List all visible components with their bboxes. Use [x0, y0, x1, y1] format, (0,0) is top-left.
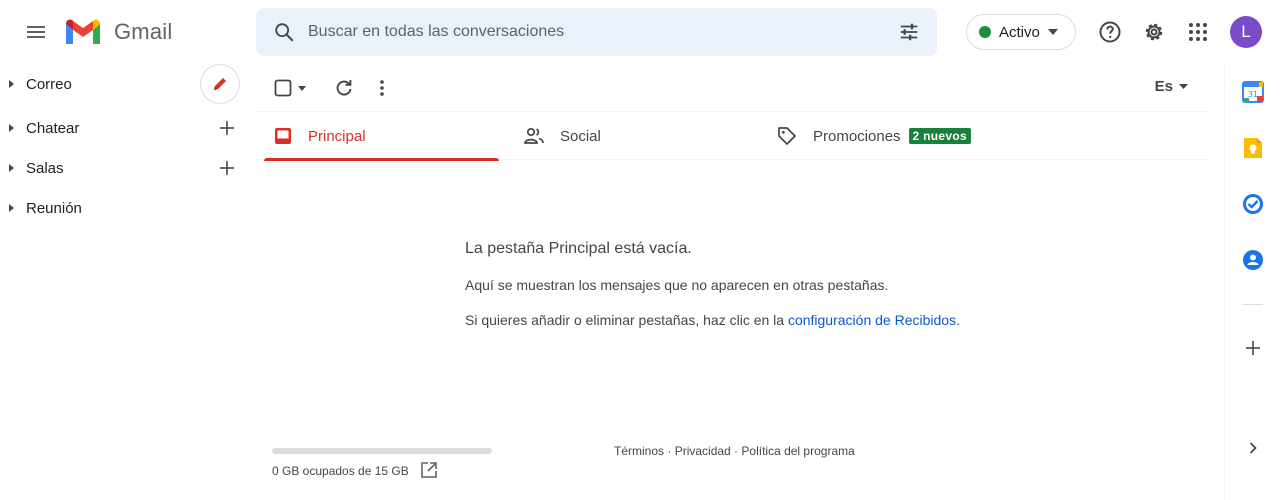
tab-promociones[interactable]: Promociones 2 nuevos	[777, 112, 1077, 160]
new-chat-button[interactable]	[212, 113, 242, 143]
gmail-m-icon	[66, 19, 100, 44]
help-button[interactable]	[1090, 12, 1130, 52]
nav-item-label: Salas	[26, 159, 64, 177]
search-options-button[interactable]	[885, 8, 933, 56]
refresh-icon	[336, 80, 352, 96]
search-icon	[275, 23, 294, 42]
empty-state-hint: Si quieres añadir o eliminar pestañas, h…	[465, 312, 960, 328]
contacts-button[interactable]	[1239, 246, 1267, 274]
tab-label: Principal	[308, 127, 366, 145]
calendar-icon: 31	[1242, 81, 1264, 103]
checkbox-icon	[274, 79, 292, 97]
filter-options-icon	[900, 23, 918, 41]
inbox-settings-link[interactable]: configuración de Recibidos	[788, 312, 956, 328]
select-all-checkbox[interactable]	[268, 68, 312, 108]
help-icon	[1099, 21, 1121, 43]
header: Gmail Buscar en todas las conversaciones…	[0, 0, 1280, 64]
gmail-logo[interactable]: Gmail	[64, 14, 172, 50]
expand-arrow-icon	[9, 164, 14, 172]
contacts-icon	[1243, 250, 1263, 270]
active-tab-indicator	[264, 158, 499, 161]
inbox-icon	[275, 128, 291, 144]
nav-item-label: Reunión	[26, 199, 82, 217]
empty-state-title: La pestaña Principal está vacía.	[465, 240, 692, 257]
category-tabs: Principal Social Promociones 2 nuevos	[256, 112, 1208, 161]
refresh-button[interactable]	[324, 68, 364, 108]
pencil-icon	[214, 78, 226, 90]
storage-usage-bar	[272, 448, 492, 454]
chevron-down-icon	[1047, 29, 1058, 35]
status-selector[interactable]: Activo	[966, 14, 1076, 50]
nav-item-label: Chatear	[26, 119, 80, 137]
tab-label: Promociones	[813, 127, 901, 145]
calendar-day: 31	[1248, 90, 1258, 99]
tag-icon	[778, 127, 796, 145]
hint-text: Si quieres añadir o eliminar pestañas, h…	[465, 312, 788, 328]
calendar-button[interactable]: 31	[1239, 78, 1267, 106]
keep-icon	[1244, 138, 1262, 158]
tasks-icon	[1243, 194, 1263, 214]
chevron-right-icon	[1249, 442, 1257, 454]
tab-social[interactable]: Social	[524, 112, 764, 160]
search-bar	[256, 8, 937, 56]
expand-arrow-icon	[9, 204, 14, 212]
apps-icon	[1189, 23, 1207, 41]
tasks-button[interactable]	[1239, 190, 1267, 218]
menu-icon	[27, 26, 45, 38]
show-side-panel-button[interactable]	[1239, 434, 1267, 462]
main-menu-button[interactable]	[16, 12, 56, 52]
plus-icon	[220, 121, 234, 135]
mail-toolbar: Es	[256, 64, 1208, 112]
tab-label: Social	[560, 127, 601, 145]
add-icon	[1246, 341, 1260, 355]
nav-item-label: Correo	[26, 75, 72, 93]
program-policy-link[interactable]: Política del programa	[741, 444, 854, 458]
google-apps-button[interactable]	[1178, 12, 1218, 52]
app-name: Gmail	[114, 19, 173, 44]
input-language-selector[interactable]: Es	[1155, 78, 1188, 95]
more-options-button[interactable]	[366, 68, 398, 108]
gmail-app: Gmail Buscar en todas las conversaciones…	[0, 0, 1280, 500]
nav-item-reunion[interactable]: Reunión	[0, 188, 256, 228]
people-icon	[524, 127, 544, 144]
expand-arrow-icon	[9, 124, 14, 132]
footer-links: Términos · Privacidad · Política del pro…	[614, 444, 855, 458]
chevron-down-icon	[1179, 84, 1188, 89]
search-button[interactable]	[260, 8, 308, 56]
link-separator: ·	[664, 444, 675, 458]
more-vert-icon	[380, 80, 384, 96]
compose-button[interactable]	[200, 64, 240, 104]
new-space-button[interactable]	[212, 153, 242, 183]
tab-principal[interactable]: Principal	[264, 112, 507, 161]
status-dot	[979, 26, 991, 38]
language-label: Es	[1154, 78, 1173, 95]
hint-suffix: .	[956, 312, 960, 328]
side-panel-divider	[1243, 304, 1263, 305]
storage-usage-text: 0 GB ocupados de 15 GB	[272, 464, 409, 478]
status-label: Activo	[999, 23, 1040, 41]
plus-icon	[220, 161, 234, 175]
open-in-new-icon[interactable]	[420, 461, 438, 479]
settings-button[interactable]	[1134, 12, 1174, 52]
keep-button[interactable]	[1239, 134, 1267, 162]
expand-arrow-icon	[9, 80, 14, 88]
link-separator: ·	[730, 444, 742, 458]
side-panel: 31	[1224, 64, 1280, 500]
settings-icon	[1145, 23, 1163, 41]
empty-state-description: Aquí se muestran los mensajes que no apa…	[465, 277, 889, 293]
chevron-down-icon	[298, 85, 306, 91]
get-addons-button[interactable]	[1239, 334, 1267, 362]
privacy-link[interactable]: Privacidad	[675, 444, 731, 458]
new-count-badge: 2 nuevos	[908, 128, 971, 144]
search-input[interactable]	[308, 8, 885, 56]
terms-link[interactable]: Términos	[614, 444, 664, 458]
avatar[interactable]: L	[1230, 16, 1262, 48]
